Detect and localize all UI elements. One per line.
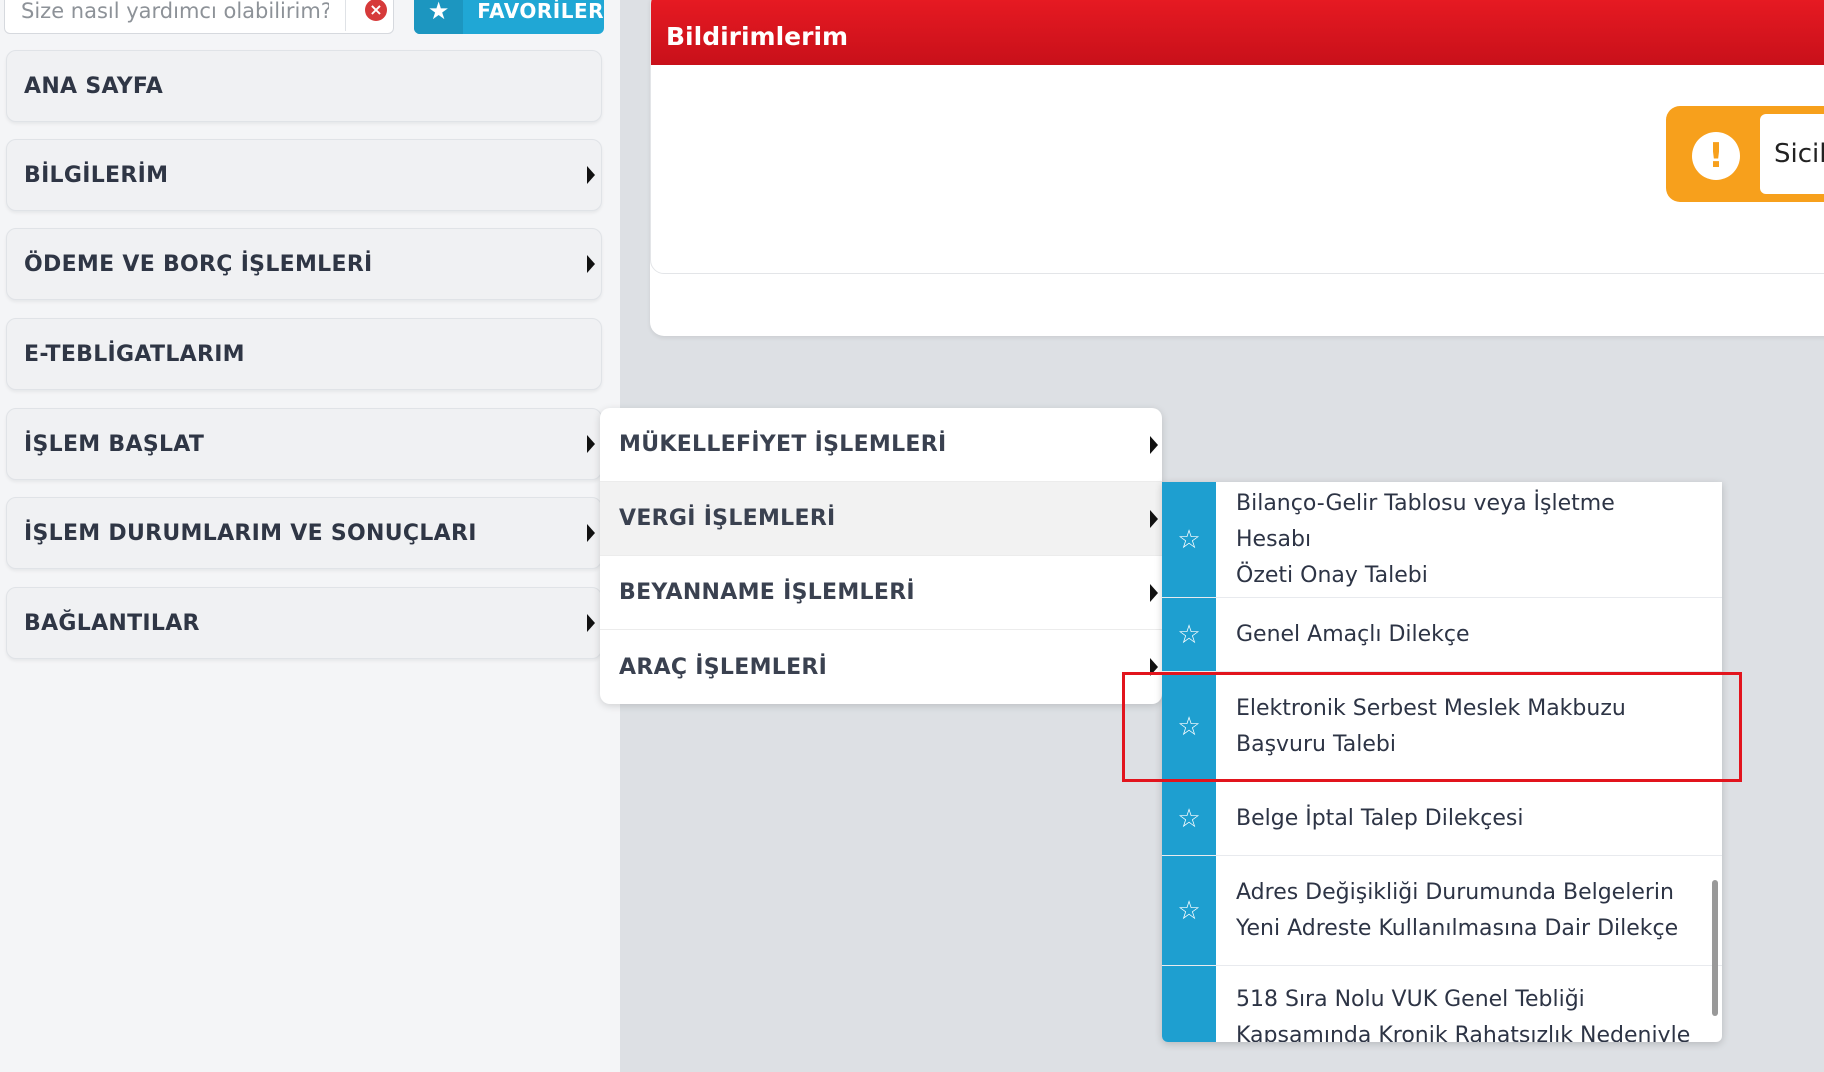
favorite-star-icon[interactable]: ☆ [1162, 782, 1216, 855]
sidebar-item-baglantilar[interactable]: BAĞLANTILAR [6, 587, 602, 659]
sidebar-item-odeme-borc[interactable]: ÖDEME VE BORÇ İŞLEMLERİ [6, 228, 602, 300]
list-item-line: Genel Amaçlı Dilekçe [1236, 621, 1470, 647]
clear-search-icon[interactable]: × [365, 0, 387, 21]
favorite-star-icon[interactable]: ☆ [1162, 672, 1216, 781]
favorite-star-icon[interactable]: ☆ [1162, 482, 1216, 597]
arrow-right-icon [587, 435, 595, 453]
arrow-right-icon [1150, 435, 1158, 454]
list-item-text: Adres Değişikliği Durumunda Belgelerin Ye… [1216, 856, 1722, 965]
sidebar-item-label: İŞLEM DURUMLARIM VE SONUÇLARI [24, 520, 477, 546]
list-item-text: Elektronik Serbest Meslek Makbuzu Başvuru… [1216, 672, 1722, 781]
submenu-item-label: VERGİ İŞLEMLERİ [619, 506, 836, 531]
notifications-header: Bildirimlerim [651, 0, 1824, 65]
sidebar-item-label: ÖDEME VE BORÇ İŞLEMLERİ [24, 251, 373, 277]
submenu-item-label: BEYANNAME İŞLEMLERİ [619, 580, 915, 605]
arrow-right-icon [1150, 583, 1158, 602]
sidebar-item-ana-sayfa[interactable]: ANA SAYFA [6, 50, 602, 122]
notifications-panel: Bildirimlerim [650, 0, 1824, 274]
search-divider [345, 0, 346, 31]
favorite-star-icon[interactable]: ☆ [1162, 598, 1216, 671]
notifications-title: Bildirimlerim [666, 22, 849, 51]
list-item-accent [1162, 966, 1216, 1042]
submenu-item-arac[interactable]: ARAÇ İŞLEMLERİ [600, 630, 1162, 704]
list-item[interactable]: ☆ Genel Amaçlı Dilekçe [1162, 598, 1722, 672]
islem-baslat-submenu: MÜKELLEFİYET İŞLEMLERİ VERGİ İŞLEMLERİ B… [600, 408, 1162, 704]
arrow-right-icon [587, 614, 595, 632]
list-item-text: Genel Amaçlı Dilekçe [1216, 598, 1722, 671]
alert-text: Sicil [1774, 139, 1824, 169]
search-input[interactable] [5, 0, 345, 33]
arrow-right-icon [587, 166, 595, 184]
search-box: × [4, 0, 394, 34]
arrow-right-icon [587, 524, 595, 542]
submenu-item-mukellefiyet[interactable]: MÜKELLEFİYET İŞLEMLERİ [600, 408, 1162, 482]
submenu-item-beyanname[interactable]: BEYANNAME İŞLEMLERİ [600, 556, 1162, 630]
alert-content: Sicil [1760, 114, 1824, 194]
star-icon: ★ [414, 0, 464, 34]
sidebar-item-islem-baslat[interactable]: İŞLEM BAŞLAT [6, 408, 602, 480]
list-item-line: Yeni Adreste Kullanılmasına Dair Dilekçe [1236, 915, 1679, 941]
list-item-text: 518 Sıra Nolu VUK Genel Tebliği Kapsamınd… [1216, 966, 1722, 1042]
favorites-label: FAVORİLER [477, 0, 604, 23]
sidebar-item-label: BİLGİLERİM [24, 162, 169, 188]
arrow-right-icon [1150, 658, 1158, 676]
list-item-text: Bilanço-Gelir Tablosu veya İşletme Hesab… [1216, 482, 1722, 597]
submenu-item-label: ARAÇ İŞLEMLERİ [619, 654, 828, 680]
list-item[interactable]: 518 Sıra Nolu VUK Genel Tebliği Kapsamınd… [1162, 966, 1722, 1042]
sidebar-item-islem-durumlarim[interactable]: İŞLEM DURUMLARIM VE SONUÇLARI [6, 497, 602, 569]
sidebar-item-bilgilerim[interactable]: BİLGİLERİM [6, 139, 602, 211]
favorites-button[interactable]: ★ FAVORİLER [414, 0, 604, 34]
sidebar-item-label: ANA SAYFA [24, 73, 164, 99]
list-item[interactable]: ☆ Adres Değişikliği Durumunda Belgelerin… [1162, 856, 1722, 966]
submenu-item-label: MÜKELLEFİYET İŞLEMLERİ [619, 432, 947, 457]
list-item[interactable]: ☆ Elektronik Serbest Meslek Makbuzu Başvu… [1162, 672, 1722, 782]
submenu-scrollbar[interactable] [1712, 880, 1718, 1016]
sidebar-item-label: BAĞLANTILAR [24, 610, 200, 636]
alert-box[interactable]: ! Sicil [1666, 106, 1824, 202]
list-item-line: Elektronik Serbest Meslek Makbuzu [1236, 695, 1626, 721]
list-item-line: Belge İptal Talep Dilekçesi [1236, 805, 1524, 831]
list-item-line: Başvuru Talebi [1236, 731, 1396, 757]
list-item[interactable]: ☆ Belge İptal Talep Dilekçesi [1162, 782, 1722, 856]
left-panel: × ★ FAVORİLER ANA SAYFA BİLGİLERİM ÖDEME… [0, 0, 620, 1072]
list-item-line: Kapsamında Kronik Rahatsızlık Nedeniyle [1236, 1023, 1691, 1042]
list-item-line: Özeti Onay Talebi [1236, 562, 1428, 588]
sidebar-item-label: E-TEBLİGATLARIM [24, 341, 245, 367]
favorite-star-icon[interactable]: ☆ [1162, 856, 1216, 965]
exclamation-icon: ! [1692, 132, 1740, 180]
list-item-text: Belge İptal Talep Dilekçesi [1216, 782, 1722, 855]
arrow-right-icon [1150, 509, 1158, 528]
list-item-line: Bilanço-Gelir Tablosu veya İşletme Hesab… [1236, 490, 1615, 552]
arrow-right-icon [587, 255, 595, 273]
submenu-item-vergi[interactable]: VERGİ İŞLEMLERİ [600, 482, 1162, 556]
sidebar-item-label: İŞLEM BAŞLAT [24, 431, 205, 457]
sidebar-item-e-tebligatlarim[interactable]: E-TEBLİGATLARIM [6, 318, 602, 390]
list-item-line: Adres Değişikliği Durumunda Belgelerin [1236, 879, 1674, 905]
vergi-islemleri-submenu: ☆ Bilanço-Gelir Tablosu veya İşletme Hes… [1162, 482, 1722, 1042]
list-item[interactable]: ☆ Bilanço-Gelir Tablosu veya İşletme Hes… [1162, 482, 1722, 598]
list-item-line: 518 Sıra Nolu VUK Genel Tebliği [1236, 987, 1585, 1012]
